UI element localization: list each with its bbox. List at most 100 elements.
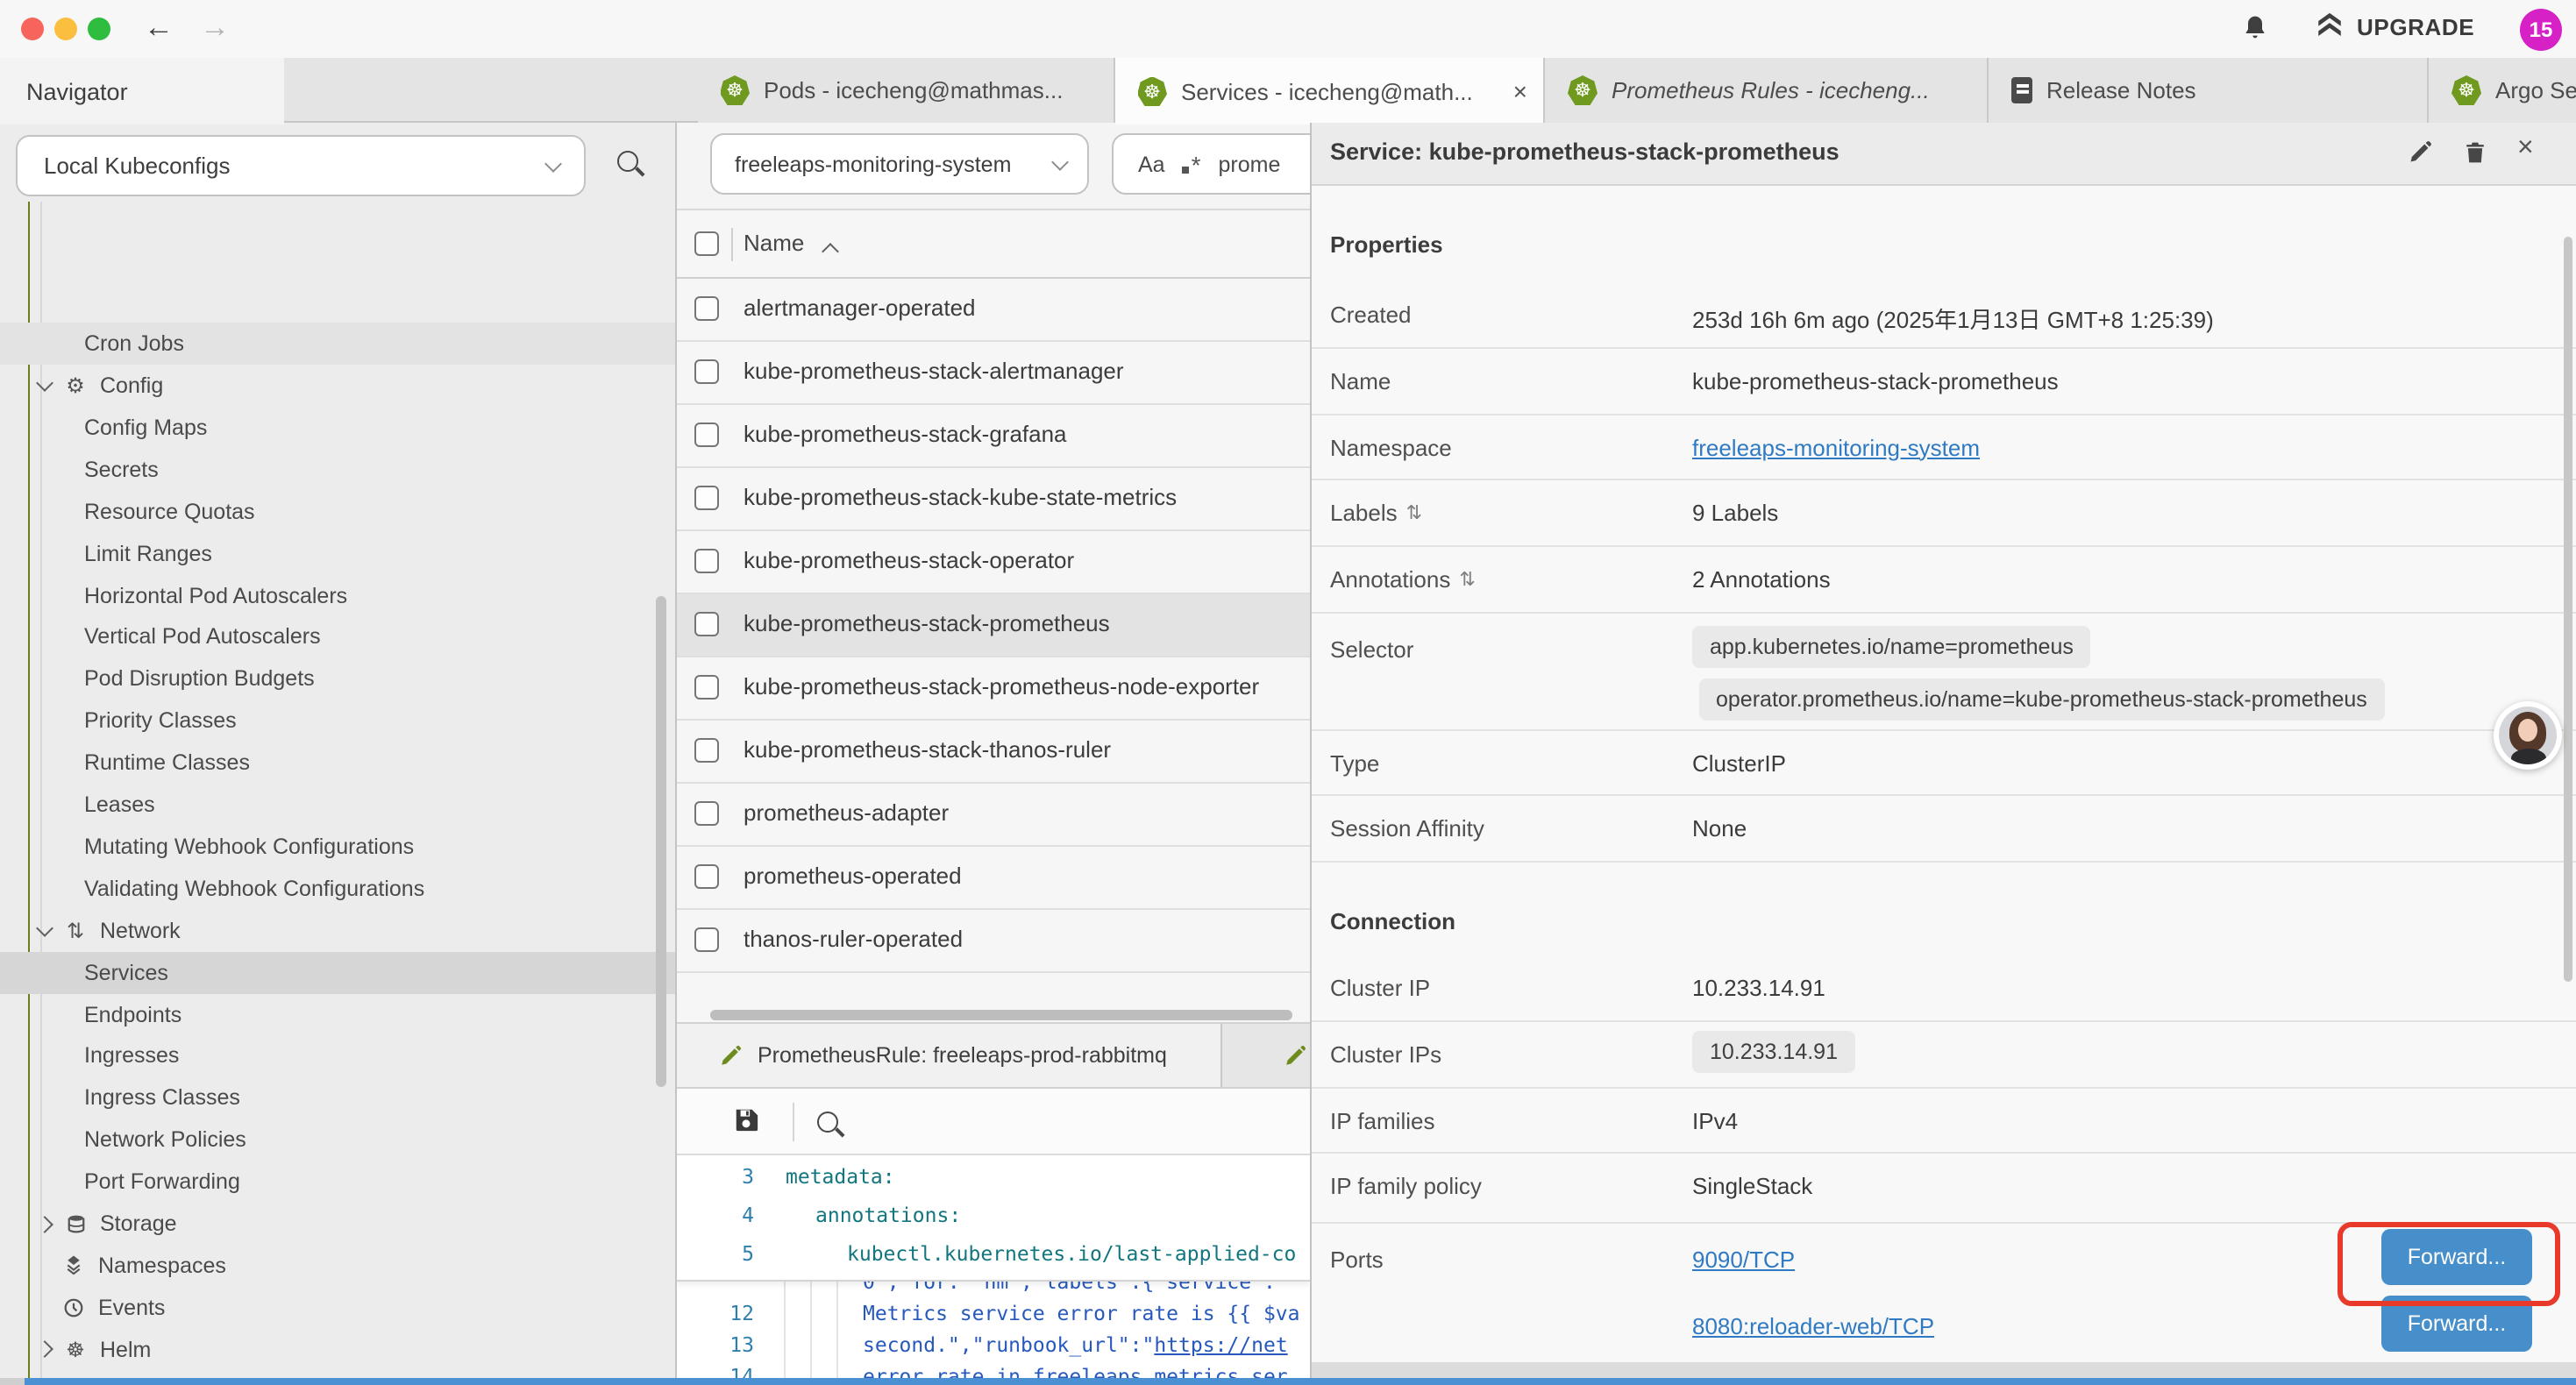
- annotation-highlight-box: [2337, 1222, 2559, 1305]
- table-row-selected[interactable]: kube-prometheus-stack-prometheus: [677, 594, 1309, 657]
- detail-row-cluster-ip: Cluster IP 10.233.14.91: [1311, 955, 2576, 1021]
- kubernetes-icon: ☸: [720, 75, 750, 105]
- minimize-traffic-light[interactable]: [54, 18, 77, 40]
- sidebar-item-network[interactable]: ⇅Network: [0, 909, 675, 952]
- port-link-9090[interactable]: 9090/TCP: [1692, 1246, 1795, 1272]
- sidebar-item-secrets[interactable]: Secrets: [0, 448, 675, 491]
- editor-search-icon[interactable]: [817, 1110, 838, 1141]
- editor-toolbar: [677, 1089, 1309, 1155]
- namespace-link[interactable]: freeleaps-monitoring-system: [1692, 434, 1980, 460]
- table-row[interactable]: kube-prometheus-stack-alertmanager: [677, 342, 1309, 405]
- sidebar-item-ingress-classes[interactable]: Ingress Classes: [0, 1076, 675, 1119]
- sidebar-item-cron-jobs[interactable]: Cron Jobs: [0, 323, 675, 366]
- name-column-header[interactable]: Name: [744, 230, 804, 256]
- notification-badge[interactable]: 15: [2520, 8, 2562, 50]
- editor-tab-bar: PrometheusRule: freeleaps-prod-rabbitmq: [677, 1022, 1309, 1089]
- sidebar-item-config[interactable]: ⚙Config: [0, 365, 675, 408]
- table-row[interactable]: kube-prometheus-stack-operator: [677, 531, 1309, 594]
- row-checkbox[interactable]: [694, 864, 719, 889]
- row-checkbox[interactable]: [694, 927, 719, 952]
- upgrade-icon[interactable]: [2315, 12, 2345, 39]
- table-row[interactable]: kube-prometheus-stack-thanos-ruler: [677, 721, 1309, 784]
- sidebar-item-network-policies[interactable]: Network Policies: [0, 1119, 675, 1161]
- sidebar-search-icon[interactable]: [617, 149, 638, 181]
- sidebar-item-ingresses[interactable]: Ingresses: [0, 1035, 675, 1078]
- navigator-pane-tab[interactable]: Navigator: [0, 58, 284, 124]
- table-row[interactable]: kube-prometheus-stack-grafana: [677, 405, 1309, 468]
- table-row[interactable]: prometheus-adapter: [677, 784, 1309, 847]
- sidebar-item-horizontal-pod-autoscalers[interactable]: Horizontal Pod Autoscalers: [0, 574, 675, 617]
- tab-argo[interactable]: ☸ Argo Se: [2429, 58, 2576, 123]
- save-icon[interactable]: [733, 1106, 759, 1133]
- edit-pencil-icon[interactable]: [2407, 140, 2431, 165]
- regex-toggle[interactable]: *: [1183, 150, 1201, 178]
- row-checkbox[interactable]: [694, 612, 719, 636]
- sidebar-item-events[interactable]: Events: [0, 1286, 675, 1329]
- sidebar-item-namespaces[interactable]: Namespaces: [0, 1245, 675, 1288]
- upgrade-label[interactable]: UPGRADE: [2357, 14, 2474, 40]
- sidebar-item-helm[interactable]: ☸Helm: [0, 1328, 675, 1371]
- table-row[interactable]: kube-prometheus-stack-prometheus-node-ex…: [677, 657, 1309, 721]
- tab-prometheus-rules[interactable]: ☸ Prometheus Rules - icecheng...: [1545, 58, 1989, 123]
- sidebar-item-vertical-pod-autoscalers[interactable]: Vertical Pod Autoscalers: [0, 616, 675, 659]
- bell-icon[interactable]: [2241, 14, 2269, 42]
- expand-sort-icon[interactable]: ⇅: [1406, 501, 1422, 524]
- port-link-8080[interactable]: 8080:reloader-web/TCP: [1692, 1312, 1934, 1339]
- namespace-selector[interactable]: freeleaps-monitoring-system: [710, 133, 1089, 195]
- sidebar-item-priority-classes[interactable]: Priority Classes: [0, 700, 675, 742]
- runbook-url-link[interactable]: https://net: [1154, 1332, 1287, 1357]
- table-row[interactable]: thanos-ruler-operated: [677, 910, 1309, 973]
- tab-pods[interactable]: ☸ Pods - icecheng@mathmas...: [697, 58, 1114, 123]
- sidebar-item-runtime-classes[interactable]: Runtime Classes: [0, 742, 675, 785]
- sidebar-item-endpoints[interactable]: Endpoints: [0, 993, 675, 1036]
- select-all-checkbox[interactable]: [694, 231, 719, 255]
- row-checkbox[interactable]: [694, 423, 719, 447]
- maximize-traffic-light[interactable]: [88, 18, 110, 40]
- sidebar-scrollbar[interactable]: [656, 596, 666, 1087]
- sidebar-item-port-forwarding[interactable]: Port Forwarding: [0, 1161, 675, 1204]
- editor-tab-partial[interactable]: [1226, 1024, 1309, 1087]
- assistant-avatar[interactable]: [2494, 701, 2562, 770]
- sidebar-item-services[interactable]: Services: [0, 951, 675, 994]
- expand-sort-icon[interactable]: ⇅: [1459, 567, 1475, 590]
- kubernetes-icon: ☸: [1137, 76, 1167, 106]
- table-row[interactable]: alertmanager-operated: [677, 279, 1309, 342]
- kubeconfig-selector[interactable]: Local Kubeconfigs: [16, 135, 586, 196]
- sidebar-item-mutating-webhook-configurations[interactable]: Mutating Webhook Configurations: [0, 826, 675, 869]
- sidebar-item-storage[interactable]: Storage: [0, 1203, 675, 1246]
- close-traffic-light[interactable]: [21, 18, 44, 40]
- row-checkbox[interactable]: [694, 296, 719, 321]
- tab-release-notes[interactable]: Release Notes: [1989, 58, 2429, 123]
- row-checkbox[interactable]: [694, 549, 719, 573]
- detail-panel-title: Service: kube-prometheus-stack-prometheu…: [1330, 138, 1839, 165]
- sidebar-item-validating-webhook-configurations[interactable]: Validating Webhook Configurations: [0, 867, 675, 910]
- table-horizontal-scrollbar[interactable]: [710, 1009, 1292, 1020]
- sidebar-item-resource-quotas[interactable]: Resource Quotas: [0, 490, 675, 533]
- resource-search-input[interactable]: Aa * prome: [1112, 133, 1309, 195]
- yaml-editor[interactable]: 3metadata: 4annotations: 5kubectl.kubern…: [677, 1155, 1309, 1378]
- table-row[interactable]: prometheus-operated: [677, 847, 1309, 910]
- row-checkbox[interactable]: [694, 486, 719, 510]
- close-icon[interactable]: ×: [2517, 133, 2534, 165]
- tab-close-icon[interactable]: ×: [1513, 77, 1527, 105]
- forward-button[interactable]: →: [200, 9, 230, 47]
- bottom-blue-bar: [25, 1377, 2576, 1385]
- detail-row-created: Created 253d 16h 6m ago (2025年1月13日 GMT+…: [1311, 281, 2576, 349]
- row-checkbox[interactable]: [694, 738, 719, 763]
- sidebar-item-limit-ranges[interactable]: Limit Ranges: [0, 532, 675, 575]
- table-row[interactable]: kube-prometheus-stack-kube-state-metrics: [677, 468, 1309, 531]
- detail-panel-scrollbar[interactable]: [2564, 237, 2572, 982]
- editor-tab-prometheusrule[interactable]: PrometheusRule: freeleaps-prod-rabbitmq: [677, 1024, 1222, 1087]
- row-checkbox[interactable]: [694, 359, 719, 384]
- sticky-scroll-lines: 3metadata: 4annotations: 5kubectl.kubern…: [677, 1155, 1309, 1282]
- tab-services[interactable]: ☸ Services - icecheng@math... ×: [1114, 58, 1545, 124]
- match-case-toggle[interactable]: Aa: [1138, 152, 1165, 176]
- row-checkbox[interactable]: [694, 675, 719, 700]
- sidebar-item-pod-disruption-budgets[interactable]: Pod Disruption Budgets: [0, 657, 675, 700]
- back-button[interactable]: ←: [144, 9, 174, 47]
- sidebar-item-leases[interactable]: Leases: [0, 784, 675, 827]
- trash-icon[interactable]: [2463, 140, 2486, 165]
- detail-row-session-affinity: Session Affinity None: [1311, 796, 2576, 862]
- row-checkbox[interactable]: [694, 801, 719, 826]
- sidebar-item-config-maps[interactable]: Config Maps: [0, 407, 675, 450]
